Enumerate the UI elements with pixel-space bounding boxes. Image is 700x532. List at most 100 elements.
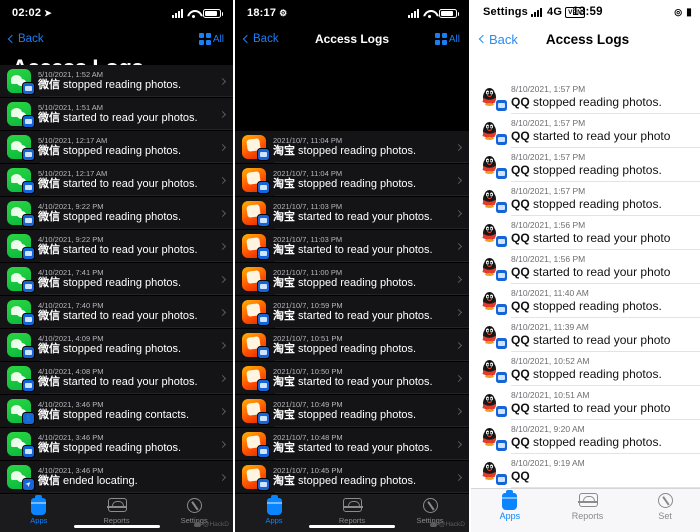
table-row[interactable]: 2021/10/7, 10:45 PM 淘宝 stopped reading ph…	[235, 461, 469, 494]
badge-photo-icon	[22, 115, 35, 128]
log-list[interactable]: 2021/10/7, 11:04 PM 淘宝 stopped reading ph…	[235, 131, 469, 494]
table-row[interactable]: 8/10/2021, 10:51 AM QQ started to read yo…	[471, 386, 700, 420]
log-list[interactable]: 5/10/2021, 1:52 AM 微信 stopped reading pho…	[0, 65, 233, 494]
back-button[interactable]: Back	[7, 33, 44, 45]
tab-reports[interactable]: Reports	[78, 498, 156, 525]
taobao-app-icon	[242, 300, 270, 326]
log-message: 微信 stopped reading photos.	[38, 277, 182, 290]
badge-photo-icon	[22, 346, 35, 359]
app-name: 淘宝	[273, 475, 295, 488]
app-name: 微信	[38, 343, 60, 356]
table-row[interactable]: 5/10/2021, 1:51 AM 微信 started to read you…	[0, 98, 233, 131]
app-name: 微信	[38, 79, 60, 92]
log-message: QQ started to read your photo	[511, 265, 671, 280]
tab-set[interactable]: Set	[626, 493, 700, 521]
log-message: 微信 stopped reading photos.	[38, 343, 182, 356]
back-label: Back	[489, 31, 518, 47]
log-message: 微信 stopped reading photos.	[38, 145, 182, 158]
table-row[interactable]: 5/10/2021, 1:52 AM 微信 stopped reading pho…	[0, 65, 233, 98]
panel-qq: Settings 4G VPN 13:59 ◎ ▮ Back Access Logs 8/10/…	[471, 0, 700, 532]
table-row[interactable]: 8/10/2021, 9:20 AM QQ stopped reading pho…	[471, 420, 700, 454]
table-row[interactable]: 2021/10/7, 10:59 PM 淘宝 started to read yo…	[235, 296, 469, 329]
chevron-right-icon	[218, 209, 227, 217]
qq-app-icon	[478, 152, 508, 180]
tab-reports[interactable]: Reports	[313, 498, 391, 525]
tab-apps[interactable]: Apps	[0, 495, 78, 525]
table-row[interactable]: 4/10/2021, 7:41 PM 微信 stopped reading pho…	[0, 263, 233, 296]
timestamp: 8/10/2021, 10:52 AM	[511, 356, 590, 367]
icon-wrap	[656, 493, 674, 509]
table-row[interactable]: 4/10/2021, 7:40 PM 微信 started to read you…	[0, 296, 233, 329]
badge-photo-icon	[257, 412, 270, 425]
tab-label: Apps	[30, 516, 48, 525]
table-row[interactable]: 4/10/2021, 4:09 PM 微信 stopped reading pho…	[0, 329, 233, 362]
all-button[interactable]: All	[435, 33, 460, 45]
table-row[interactable]: 8/10/2021, 11:39 AM QQ started to read yo…	[471, 318, 700, 352]
timestamp: 8/10/2021, 1:57 PM	[511, 152, 586, 163]
badge-contacts-icon	[22, 412, 35, 425]
badge-photo-icon	[22, 280, 35, 293]
app-name: QQ	[511, 95, 530, 110]
chevron-right-icon	[454, 341, 463, 349]
signal-bars-icon	[408, 8, 419, 18]
tab-apps[interactable]: Apps	[235, 495, 313, 525]
log-message: QQ stopped reading photos.	[511, 197, 662, 212]
tab-reports[interactable]: Reports	[549, 493, 627, 521]
table-row[interactable]: 5/10/2021, 12:17 AM 微信 started to read yo…	[0, 164, 233, 197]
log-message: 淘宝 stopped reading photos.	[273, 409, 417, 422]
back-button[interactable]: Back	[478, 31, 518, 47]
table-row[interactable]: 2021/10/7, 11:04 PM 淘宝 stopped reading ph…	[235, 131, 469, 164]
home-indicator	[309, 524, 395, 528]
taobao-app-icon	[242, 168, 270, 194]
badge-photo-icon	[257, 445, 270, 458]
table-row[interactable]: 8/10/2021, 10:52 AM QQ stopped reading ph…	[471, 352, 700, 386]
chevron-right-icon	[218, 77, 227, 85]
table-row[interactable]: 8/10/2021, 1:57 PM QQ stopped reading pho…	[471, 80, 700, 114]
back-button[interactable]: Back	[242, 33, 279, 45]
tab-apps[interactable]: Apps	[471, 490, 549, 521]
table-row[interactable]: 8/10/2021, 1:56 PM QQ started to read you…	[471, 216, 700, 250]
table-row[interactable]: 8/10/2021, 1:56 PM QQ started to read you…	[471, 250, 700, 284]
log-message: QQ started to read your photo	[511, 333, 671, 348]
qq-app-icon	[478, 356, 508, 384]
table-row[interactable]: 8/10/2021, 1:57 PM QQ started to read you…	[471, 114, 700, 148]
table-row[interactable]: 2021/10/7, 10:51 PM 淘宝 stopped reading ph…	[235, 329, 469, 362]
app-name: QQ	[511, 469, 530, 484]
all-button[interactable]: All	[199, 33, 224, 45]
table-row[interactable]: 4/10/2021, 3:46 PM 微信 stopped reading pho…	[0, 428, 233, 461]
table-row[interactable]: 4/10/2021, 9:22 PM 微信 started to read you…	[0, 230, 233, 263]
log-message: QQ stopped reading photos.	[511, 367, 662, 382]
table-row[interactable]: 4/10/2021, 3:46 PM微信 ended locating.	[0, 461, 233, 494]
wifi-icon	[423, 9, 435, 18]
log-message: 微信 started to read your photos.	[38, 112, 198, 125]
table-row[interactable]: 8/10/2021, 9:19 AM QQ	[471, 454, 700, 488]
panel-taobao: 18:17 ⚙ Back Access Logs All 2021/10/7, 11:04…	[235, 0, 469, 532]
table-row[interactable]: 4/10/2021, 4:08 PM 微信 started to read you…	[0, 362, 233, 395]
apps-icon	[31, 495, 47, 515]
chevron-right-icon	[218, 275, 227, 283]
table-row[interactable]: 8/10/2021, 11:40 AM QQ stopped reading ph…	[471, 284, 700, 318]
table-row[interactable]: 8/10/2021, 1:57 PM QQ stopped reading pho…	[471, 182, 700, 216]
log-list[interactable]: 8/10/2021, 1:57 PM QQ stopped reading pho…	[471, 80, 700, 488]
status-bar-right	[172, 8, 223, 18]
icon-wrap	[578, 493, 598, 509]
table-row[interactable]: 4/10/2021, 9:22 PM 微信 stopped reading pho…	[0, 197, 233, 230]
table-row[interactable]: 5/10/2021, 12:17 AM 微信 stopped reading ph…	[0, 131, 233, 164]
table-row[interactable]: 2021/10/7, 11:04 PM 淘宝 stopped reading ph…	[235, 164, 469, 197]
table-row[interactable]: 2021/10/7, 11:03 PM 淘宝 started to read yo…	[235, 197, 469, 230]
table-row[interactable]: 2021/10/7, 11:00 PM 淘宝 stopped reading ph…	[235, 263, 469, 296]
wechat-app-icon	[7, 432, 35, 458]
log-message: 微信 stopped reading contacts.	[38, 409, 190, 422]
table-row[interactable]: 2021/10/7, 10:48 PM 淘宝 started to read yo…	[235, 428, 469, 461]
table-row[interactable]: 4/10/2021, 3:46 PM微信 stopped reading con…	[0, 395, 233, 428]
table-row[interactable]: 2021/10/7, 10:49 PM 淘宝 stopped reading ph…	[235, 395, 469, 428]
qq-app-icon	[478, 220, 508, 248]
chevron-right-icon	[218, 143, 227, 151]
taobao-app-icon	[242, 465, 270, 491]
table-row[interactable]: 2021/10/7, 10:50 PM 淘宝 started to read yo…	[235, 362, 469, 395]
chevron-left-icon	[478, 34, 488, 44]
app-name: 微信	[38, 211, 60, 224]
table-row[interactable]: 2021/10/7, 11:03 PM 淘宝 started to read yo…	[235, 230, 469, 263]
table-row[interactable]: 8/10/2021, 1:57 PM QQ stopped reading pho…	[471, 148, 700, 182]
panel-wechat: 02:02➤BackAllAccess Logs5/10/2021, 1:52 …	[0, 0, 233, 532]
